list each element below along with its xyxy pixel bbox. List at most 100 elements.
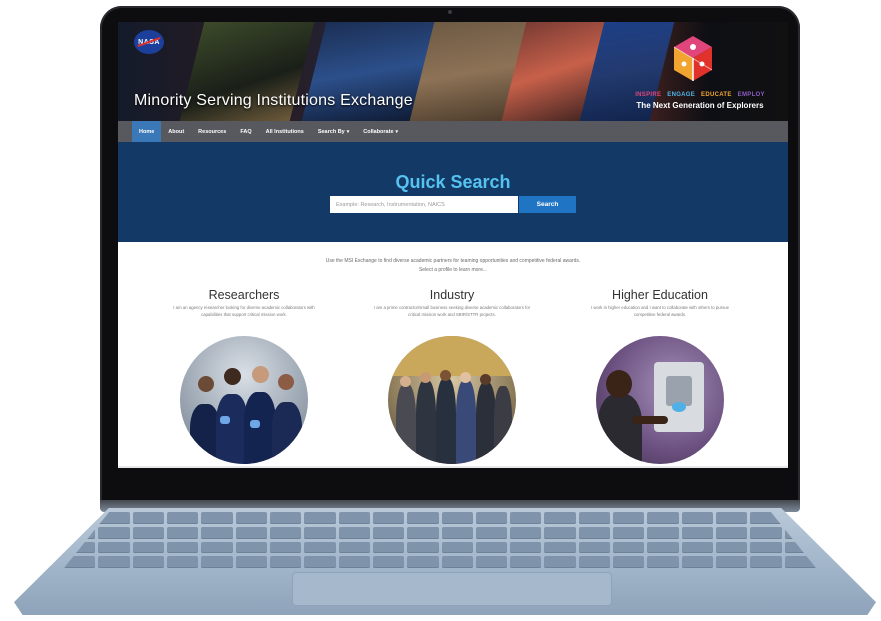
nav-label: Home xyxy=(139,128,155,135)
profile-description: I am a prime contractor/small business s… xyxy=(373,305,531,317)
keyboard-key xyxy=(544,512,576,524)
keyboard-key xyxy=(613,556,645,568)
search-button[interactable]: Search xyxy=(519,196,576,213)
profile-description: I work in higher education and I want to… xyxy=(590,305,730,317)
keyboard-key xyxy=(338,526,370,539)
keyboard-key xyxy=(64,512,96,524)
intro-line: Select a profile to learn more... xyxy=(418,267,488,273)
profile-title[interactable]: Higher Education xyxy=(565,288,755,302)
keyboard-key xyxy=(716,512,748,524)
researchers-photo[interactable] xyxy=(180,336,308,464)
profile-industry[interactable]: Industry I am a prime contractor/small b… xyxy=(357,288,547,318)
tagline-word: EMPLOY xyxy=(737,92,765,98)
nav-search-by-dropdown[interactable]: Search By ▾ xyxy=(311,121,356,142)
tagline-word: EDUCATE xyxy=(701,92,732,98)
keyboard-key xyxy=(544,526,576,539)
keyboard-key xyxy=(304,512,336,524)
quick-search-title: Quick Search xyxy=(395,172,511,192)
profile-higher-education[interactable]: Higher Education I work in higher educat… xyxy=(565,288,755,318)
nav-resources[interactable]: Resources xyxy=(191,121,233,142)
nav-all-institutions[interactable]: All Institutions xyxy=(259,121,311,142)
keyboard-key xyxy=(201,556,233,568)
keyboard-key xyxy=(681,556,714,568)
keyboard-key xyxy=(98,541,130,554)
keyboard-key xyxy=(441,541,473,554)
keyboard-key xyxy=(304,541,336,554)
keyboard-key xyxy=(750,541,782,554)
keyboard-key xyxy=(269,556,302,568)
keyboard-key xyxy=(578,541,611,554)
keyboard-key xyxy=(407,512,439,524)
nasa-logo[interactable]: NASA xyxy=(134,30,164,54)
profile-title[interactable]: Researchers xyxy=(149,288,339,302)
keyboard-key xyxy=(166,556,199,568)
keyboard-key xyxy=(750,526,782,539)
keyboard-key xyxy=(338,512,370,524)
keyboard-key xyxy=(647,556,679,568)
keyboard-key xyxy=(201,541,233,554)
keyboard-key xyxy=(166,526,199,539)
keyboard-key xyxy=(132,512,164,524)
keyboard-key xyxy=(166,541,199,554)
keyboard-key xyxy=(132,556,164,568)
keyboard-key xyxy=(441,556,473,568)
keyboard-key xyxy=(475,526,508,539)
keyboard-key xyxy=(578,556,611,568)
keyboard-key xyxy=(681,512,714,524)
keyboard-key xyxy=(510,512,542,524)
keyboard-key xyxy=(716,556,748,568)
keyboard-key xyxy=(510,556,542,568)
keyboard-key xyxy=(716,541,748,554)
keyboard-key xyxy=(475,512,508,524)
nav-home[interactable]: Home xyxy=(132,121,162,142)
nav-collaborate-dropdown[interactable]: Collaborate ▾ xyxy=(356,121,405,142)
industry-photo[interactable] xyxy=(388,336,516,464)
keyboard-key xyxy=(544,541,576,554)
keyboard-key xyxy=(98,526,130,539)
profile-researchers[interactable]: Researchers I am an agency researcher lo… xyxy=(149,288,339,318)
intro-line: Use the MSI Exchange to find diverse aca… xyxy=(325,258,581,264)
profile-title[interactable]: Industry xyxy=(357,288,547,302)
quick-search-input[interactable] xyxy=(330,196,518,213)
keyboard-key xyxy=(372,526,405,539)
nav-faq[interactable]: FAQ xyxy=(233,121,258,142)
profile-description: I am an agency researcher looking for di… xyxy=(173,305,315,317)
keyboard-key xyxy=(441,526,473,539)
nav-label: Search By xyxy=(317,128,345,135)
chevron-down-icon: ▾ xyxy=(346,128,350,135)
site-banner: NASA Minority Serving Institutions Excha… xyxy=(118,22,788,121)
higher-education-photo[interactable] xyxy=(596,336,724,464)
keyboard-key xyxy=(372,512,405,524)
keyboard-key xyxy=(235,556,267,568)
nav-label: About xyxy=(168,128,185,135)
nav-about[interactable]: About xyxy=(161,121,191,142)
keyboard-key xyxy=(166,512,199,524)
chevron-down-icon: ▾ xyxy=(395,128,399,135)
intro-text: Use the MSI Exchange to find diverse aca… xyxy=(118,257,788,275)
keyboard-key xyxy=(510,541,542,554)
tagline-word: ENGAGE xyxy=(667,92,696,98)
nav-label: Resources xyxy=(198,128,227,135)
keyboard-key xyxy=(201,512,233,524)
keyboard-key xyxy=(132,526,164,539)
site-title[interactable]: Minority Serving Institutions Exchange xyxy=(134,92,413,110)
keyboard-key xyxy=(578,526,611,539)
keyboard-key xyxy=(269,526,302,539)
keyboard-key xyxy=(475,541,508,554)
keyboard-key xyxy=(235,541,267,554)
nav-label: Collaborate xyxy=(363,128,394,135)
laptop-keyboard xyxy=(64,512,816,568)
keyboard-key xyxy=(132,541,164,554)
quick-search-section: Quick Search Search xyxy=(118,142,788,242)
laptop-trackpad xyxy=(292,572,612,606)
webcam xyxy=(448,10,452,14)
keyboard-key xyxy=(235,512,267,524)
keyboard-key xyxy=(201,526,233,539)
tagline-word: INSPIRE xyxy=(635,92,662,98)
keyboard-key xyxy=(235,526,267,539)
keyboard-key xyxy=(681,526,714,539)
nav-label: FAQ xyxy=(240,128,252,135)
keyboard-key xyxy=(613,541,645,554)
nav-label: All Institutions xyxy=(265,128,304,135)
keyboard-key xyxy=(510,526,542,539)
